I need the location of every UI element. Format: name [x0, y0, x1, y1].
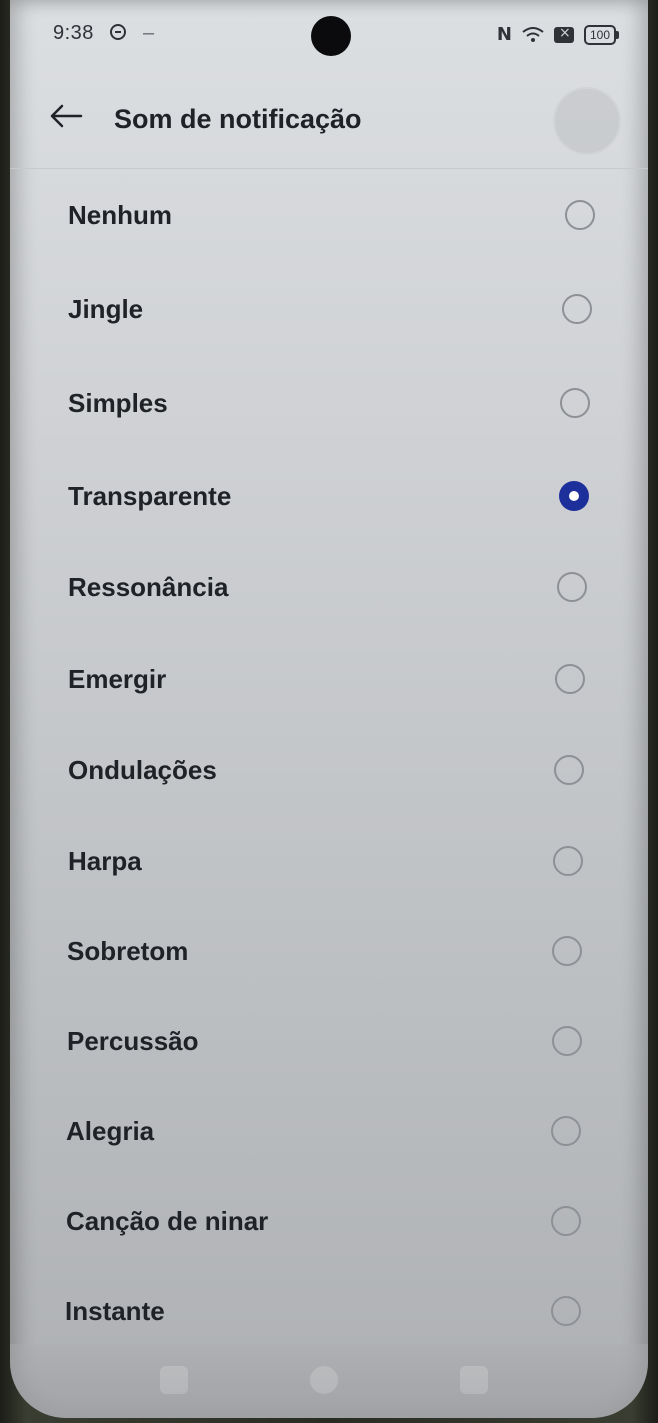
page-title: Som de notificação [114, 104, 362, 134]
option-label: Transparente [68, 481, 232, 511]
option-label: Emergir [68, 664, 167, 694]
app-bar: Som de notificação [10, 70, 648, 169]
radio-button[interactable] [551, 1206, 581, 1236]
radio-button[interactable] [562, 294, 592, 324]
sound-option-alegria[interactable]: Alegria [10, 1086, 648, 1176]
home-icon[interactable] [310, 1366, 338, 1394]
radio-button[interactable] [552, 936, 582, 966]
status-time: 9:38 [53, 22, 94, 44]
sound-option-ressonancia[interactable]: Ressonância [10, 542, 648, 632]
sound-option-percussao[interactable]: Percussão [10, 996, 648, 1086]
option-label: Percussão [67, 1026, 199, 1056]
sound-option-instante[interactable]: Instante [10, 1266, 648, 1356]
radio-button[interactable] [552, 1026, 582, 1056]
back-nav-icon[interactable] [460, 1366, 488, 1394]
nfc-icon: N [496, 24, 512, 45]
option-label: Alegria [66, 1116, 155, 1146]
radio-button[interactable] [557, 572, 587, 602]
sound-option-nenhum[interactable]: Nenhum [10, 170, 648, 260]
screen: 9:38 – N 100 [10, 0, 648, 1418]
option-label: Instante [65, 1296, 165, 1326]
navigation-bar [10, 1344, 648, 1418]
status-separator: – [143, 22, 155, 44]
sound-option-cancao-de-ninar[interactable]: Canção de ninar [10, 1176, 648, 1266]
option-label: Jingle [68, 294, 144, 324]
arrow-left-icon [49, 104, 83, 133]
option-label: Ondulações [68, 755, 217, 785]
option-label: Nenhum [68, 200, 172, 230]
sound-option-harpa[interactable]: Harpa [10, 816, 648, 906]
radio-button[interactable] [560, 388, 590, 418]
option-label: Canção de ninar [66, 1206, 269, 1236]
battery-indicator: 100 [583, 24, 620, 45]
sim-icon [553, 25, 574, 43]
radio-button[interactable] [553, 846, 583, 876]
sound-option-sobretom[interactable]: Sobretom [10, 906, 648, 996]
wifi-icon [522, 26, 544, 43]
sound-option-jingle[interactable]: Jingle [10, 264, 648, 354]
radio-button[interactable] [555, 664, 585, 694]
radio-button[interactable] [551, 1296, 581, 1326]
sound-option-transparente[interactable]: Transparente [10, 451, 648, 541]
option-label: Ressonância [68, 572, 229, 602]
option-label: Simples [68, 388, 168, 418]
radio-button[interactable] [559, 481, 589, 511]
option-label: Sobretom [67, 936, 189, 966]
sound-option-emergir[interactable]: Emergir [10, 634, 648, 724]
back-button[interactable] [46, 98, 86, 138]
sound-option-ondulacoes[interactable]: Ondulações [10, 725, 648, 815]
device-frame: 9:38 – N 100 [0, 0, 658, 1423]
radio-button[interactable] [554, 755, 584, 785]
sound-option-simples[interactable]: Simples [10, 358, 648, 448]
sync-icon [110, 24, 126, 40]
status-icons: N 100 [496, 24, 620, 45]
touch-ripple [553, 87, 621, 155]
status-bar: 9:38 – N 100 [10, 0, 648, 70]
radio-button[interactable] [551, 1116, 581, 1146]
radio-button[interactable] [565, 200, 595, 230]
option-label: Harpa [68, 846, 142, 876]
recents-icon[interactable] [160, 1366, 188, 1394]
camera-cutout [311, 16, 351, 56]
